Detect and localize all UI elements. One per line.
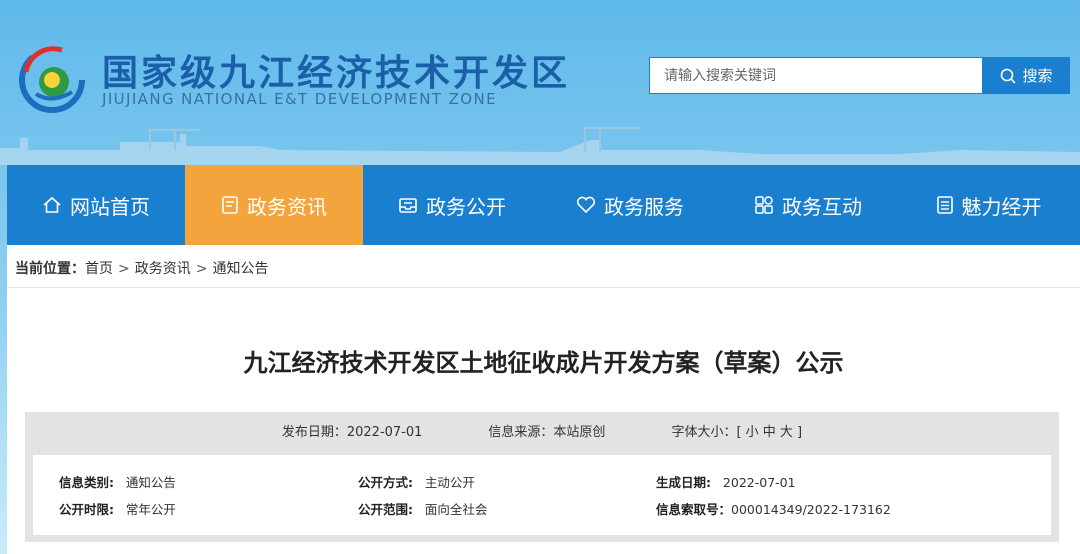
nav-item-label: 政务资讯 [247,194,327,219]
info-open-time: 公开时限: 常年公开 [59,499,176,518]
article-meta-box: 发布日期：2022-07-01 信息来源：本站原创 字体大小：[ 小 中 大 ]… [25,412,1059,542]
info-open-time-value: 常年公开 [125,502,176,517]
info-category-label: 信息类别: [59,475,114,490]
info-created-value: 2022-07-01 [722,475,796,490]
info-index-label: 信息索取号： [656,502,732,517]
heart-icon [576,196,596,214]
nav-item-label: 政务互动 [782,194,862,219]
info-category-value: 通知公告 [125,475,176,490]
search-input[interactable] [649,57,983,94]
breadcrumb: 当前位置：首页 > 政务资讯 > 通知公告 [15,258,268,278]
main-nav: 网站首页 政务资讯 政务公开 政务服务 政务互动 魅力经开 [7,165,1080,245]
inbox-icon [399,198,417,213]
info-created: 生成日期: 2022-07-01 [656,472,796,491]
nav-item-charm[interactable]: 魅力经开 [897,165,1080,245]
info-source: 信息来源：本站原创 [488,424,606,440]
nav-item-label: 网站首页 [70,194,150,219]
info-scope-value: 面向全社会 [424,502,488,517]
home-icon [43,196,61,213]
info-index-value: 000014349/2022-173162 [731,502,891,517]
breadcrumb-separator: > [195,261,208,277]
document-icon [222,196,238,214]
article-title: 九江经济技术开发区土地征收成片开发方案（草案）公示 [243,349,844,377]
interaction-icon [755,196,773,214]
nav-item-news[interactable]: 政务资讯 [185,165,363,245]
divider [7,287,1080,288]
publish-date: 发布日期：2022-07-01 [281,424,423,440]
search-icon [1001,68,1017,84]
breadcrumb-separator: > [118,261,130,277]
site-title-cn: 国家级九江经济技术开发区 [102,52,571,94]
search-bar: 搜索 [649,57,1070,94]
site-title-en: JIUJIANG NATIONAL E&T DEVELOPMENT ZONE [102,90,497,108]
breadcrumb-prefix: 当前位置： [15,261,85,277]
info-open-mode: 公开方式: 主动公开 [358,472,475,491]
info-created-label: 生成日期: [656,475,711,490]
content-panel: 当前位置：首页 > 政务资讯 > 通知公告 九江经济技术开发区土地征收成片开发方案（草案… [7,245,1080,554]
info-open-mode-label: 公开方式: [358,475,413,490]
nav-item-interaction[interactable]: 政务互动 [719,165,897,245]
nav-item-label: 政务公开 [426,194,506,219]
info-index: 信息索取号：000014349/2022-173162 [656,499,891,518]
breadcrumb-link-notices[interactable]: 通知公告 [212,261,268,277]
nav-item-disclosure[interactable]: 政务公开 [363,165,541,245]
nav-item-label: 政务服务 [604,194,684,219]
nav-item-services[interactable]: 政务服务 [541,165,719,245]
site-header: 国家级九江经济技术开发区 JIUJIANG NATIONAL E&T DEVEL… [0,0,1080,165]
skyline-decoration [0,127,1080,165]
nav-item-label: 魅力经开 [961,194,1042,219]
font-size-control[interactable]: 字体大小：[ 小 中 大 ] [671,421,802,440]
list-icon [936,196,953,214]
info-open-mode-value: 主动公开 [424,475,475,490]
info-category: 信息类别: 通知公告 [59,472,176,491]
breadcrumb-link-news[interactable]: 政务资讯 [135,261,191,277]
search-button-label: 搜索 [1022,67,1053,85]
info-table: 信息类别: 通知公告 公开方式: 主动公开 生成日期: 2022-07-01 公… [33,455,1051,535]
search-button[interactable]: 搜索 [983,57,1070,94]
info-open-time-label: 公开时限: [59,502,114,517]
info-scope-label: 公开范围: [358,502,413,517]
breadcrumb-link-home[interactable]: 首页 [85,261,113,277]
info-scope: 公开范围: 面向全社会 [358,499,487,518]
jiujiang-logo-icon[interactable] [16,42,88,114]
article-meta-bar: 发布日期：2022-07-01 信息来源：本站原创 字体大小：[ 小 中 大 ] [25,412,1059,448]
nav-item-home[interactable]: 网站首页 [7,165,185,245]
